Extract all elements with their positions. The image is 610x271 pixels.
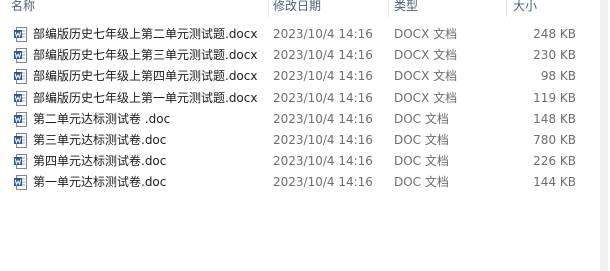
word-docx-icon bbox=[14, 48, 27, 64]
file-size: 780 KB bbox=[533, 132, 576, 147]
file-row[interactable]: 第二单元达标测试卷 .doc 2023/10/4 14:16 DOC 文档 148 K… bbox=[0, 109, 576, 130]
file-modified-date: 2023/10/4 14:16 bbox=[273, 69, 373, 84]
file-name: 部编版历史七年级上第二单元测试题.docx bbox=[33, 27, 258, 41]
file-name: 部编版历史七年级上第三单元测试题.docx bbox=[33, 48, 258, 63]
file-name: 部编版历史七年级上第四单元测试题.docx bbox=[33, 69, 258, 84]
file-name: 第四单元达标测试卷.doc bbox=[33, 154, 167, 169]
file-modified-date: 2023/10/4 14:16 bbox=[273, 175, 373, 190]
file-row[interactable]: 部编版历史七年级上第三单元测试题.docx 2023/10/4 14:16 DOCX… bbox=[0, 45, 576, 66]
file-modified-date: 2023/10/4 14:16 bbox=[273, 154, 373, 169]
word-doc-icon bbox=[14, 111, 27, 127]
word-doc-icon bbox=[14, 175, 27, 191]
column-header-type[interactable]: 类型 bbox=[394, 0, 418, 17]
file-size: 230 KB bbox=[533, 48, 576, 63]
file-row[interactable]: 第一单元达标测试卷.doc 2023/10/4 14:16 DOC 文档 144 KB bbox=[0, 172, 576, 193]
file-size: 119 KB bbox=[533, 90, 576, 105]
word-docx-icon bbox=[14, 69, 27, 85]
file-type: DOCX 文档 bbox=[394, 90, 458, 105]
column-header-date[interactable]: 修改日期 bbox=[273, 0, 321, 17]
word-docx-icon bbox=[14, 27, 27, 42]
file-type: DOC 文档 bbox=[394, 175, 449, 190]
file-row[interactable]: 部编版历史七年级上第一单元测试题.docx 2023/10/4 14:16 DOCX… bbox=[0, 88, 576, 109]
word-doc-icon bbox=[14, 132, 27, 148]
file-row[interactable]: 部编版历史七年级上第二单元测试题.docx 2023/10/4 14:16 DOCX… bbox=[0, 24, 576, 45]
file-modified-date: 2023/10/4 14:16 bbox=[273, 90, 373, 105]
column-divider[interactable] bbox=[388, 0, 389, 17]
file-type: DOCX 文档 bbox=[394, 27, 458, 41]
file-name: 第二单元达标测试卷 .doc bbox=[33, 111, 171, 126]
file-size: 148 KB bbox=[533, 111, 576, 126]
word-docx-icon bbox=[14, 90, 27, 106]
file-type: DOC 文档 bbox=[394, 154, 449, 169]
file-name: 部编版历史七年级上第一单元测试题.docx bbox=[33, 90, 258, 105]
file-modified-date: 2023/10/4 14:16 bbox=[273, 48, 373, 63]
file-modified-date: 2023/10/4 14:16 bbox=[273, 27, 373, 41]
file-modified-date: 2023/10/4 14:16 bbox=[273, 132, 373, 147]
file-row[interactable]: 第三单元达标测试卷.doc 2023/10/4 14:16 DOC 文档 780 KB bbox=[0, 130, 576, 151]
file-type: DOC 文档 bbox=[394, 132, 449, 147]
column-header-name[interactable]: 名称 bbox=[11, 0, 35, 17]
word-doc-icon bbox=[14, 154, 27, 170]
file-modified-date: 2023/10/4 14:16 bbox=[273, 111, 373, 126]
file-row[interactable]: 第四单元达标测试卷.doc 2023/10/4 14:16 DOC 文档 226 KB bbox=[0, 151, 576, 172]
file-list: 部编版历史七年级上第二单元测试题.docx 2023/10/4 14:16 DOCX… bbox=[0, 24, 576, 194]
scrollbar-thumb[interactable] bbox=[600, 0, 608, 271]
file-name: 第一单元达标测试卷.doc bbox=[33, 175, 167, 190]
file-size: 144 KB bbox=[533, 175, 576, 190]
file-size: 248 KB bbox=[533, 27, 576, 41]
file-name: 第三单元达标测试卷.doc bbox=[33, 132, 167, 147]
file-type: DOCX 文档 bbox=[394, 48, 458, 63]
file-size: 226 KB bbox=[533, 154, 576, 169]
column-header-bar: 名称 修改日期 类型 大小 bbox=[0, 0, 610, 17]
file-row[interactable]: 部编版历史七年级上第四单元测试题.docx 2023/10/4 14:16 DOCX… bbox=[0, 66, 576, 87]
file-type: DOCX 文档 bbox=[394, 69, 458, 84]
column-divider[interactable] bbox=[268, 0, 269, 17]
column-divider[interactable] bbox=[506, 0, 507, 17]
file-size: 98 KB bbox=[540, 69, 576, 84]
file-type: DOC 文档 bbox=[394, 111, 449, 126]
column-header-size[interactable]: 大小 bbox=[513, 0, 537, 17]
